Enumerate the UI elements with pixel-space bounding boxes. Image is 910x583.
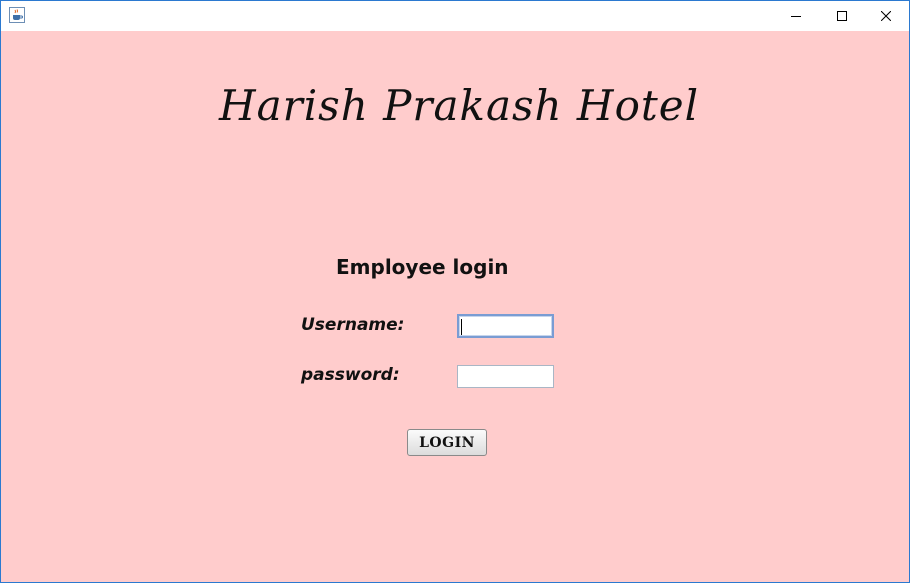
java-coffee-cup-icon[interactable] — [9, 7, 25, 23]
title-bar[interactable] — [1, 1, 909, 31]
username-label: Username: — [301, 315, 405, 335]
hotel-name-heading: Harish Prakash Hotel — [218, 81, 700, 130]
text-caret — [461, 319, 462, 335]
username-input[interactable] — [457, 314, 554, 338]
minimize-icon — [791, 16, 801, 17]
close-icon — [881, 11, 891, 21]
close-button[interactable] — [863, 1, 909, 31]
maximize-icon — [837, 11, 847, 21]
password-label: password: — [301, 365, 400, 385]
maximize-button[interactable] — [819, 1, 865, 31]
login-window: Harish Prakash Hotel Employee login User… — [0, 0, 910, 583]
password-input[interactable] — [457, 365, 554, 388]
minimize-button[interactable] — [773, 1, 819, 31]
employee-login-heading: Employee login — [336, 255, 509, 279]
login-button[interactable]: LOGIN — [407, 429, 487, 456]
login-panel: Harish Prakash Hotel Employee login User… — [1, 31, 909, 582]
